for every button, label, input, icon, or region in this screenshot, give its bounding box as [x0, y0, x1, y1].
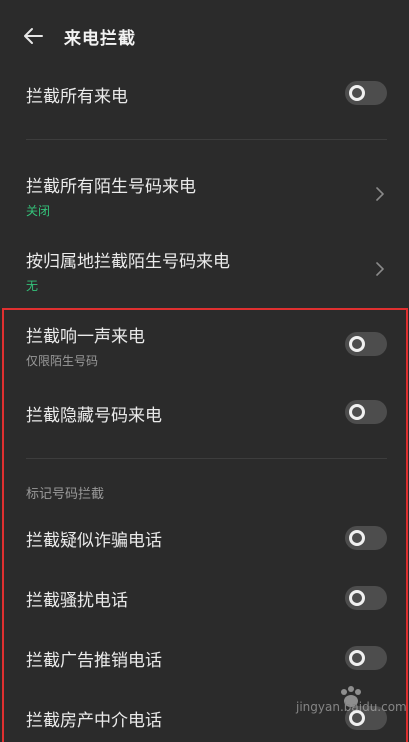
setting-block-by-location[interactable]: 按归属地拦截陌生号码来电 无 — [0, 237, 409, 295]
watermark-text: jingyan.baidu.com — [296, 700, 407, 714]
divider — [26, 139, 387, 140]
toggle-knob — [349, 590, 365, 606]
setting-block-harassment-calls[interactable]: 拦截骚扰电话 — [0, 574, 409, 622]
block-ad-toggle[interactable] — [345, 646, 387, 670]
setting-label: 拦截疑似诈骗电话 — [26, 531, 162, 551]
setting-description: 仅限陌生号码 — [26, 354, 99, 368]
header: 来电拦截 — [0, 14, 409, 58]
toggle-knob — [349, 85, 365, 101]
setting-label: 拦截骚扰电话 — [26, 591, 128, 611]
block-harassment-toggle[interactable] — [345, 586, 387, 610]
call-blocking-page: 来电拦截 拦截所有来电 拦截所有陌生号码来电 关闭 按归属地拦截陌生号码来电 无… — [0, 0, 409, 742]
toggle-knob — [349, 336, 365, 352]
toggle-knob — [349, 404, 365, 420]
block-hidden-toggle[interactable] — [345, 400, 387, 424]
chevron-right-icon — [376, 187, 384, 201]
setting-block-one-ring-calls[interactable]: 拦截响一声来电 仅限陌生号码 — [0, 312, 409, 372]
baidu-watermark: jingyan.baidu.com — [296, 686, 407, 732]
section-label-marked-numbers: 标记号码拦截 — [26, 487, 105, 502]
divider — [26, 458, 387, 459]
setting-label: 拦截所有陌生号码来电 — [26, 177, 196, 197]
setting-block-ad-calls[interactable]: 拦截广告推销电话 — [0, 634, 409, 682]
setting-label: 拦截房产中介电话 — [26, 711, 162, 731]
page-title: 来电拦截 — [64, 29, 136, 49]
setting-label: 拦截广告推销电话 — [26, 651, 162, 671]
setting-block-fraud-calls[interactable]: 拦截疑似诈骗电话 — [0, 514, 409, 562]
setting-block-all-calls[interactable]: 拦截所有来电 — [0, 72, 409, 120]
setting-status: 关闭 — [26, 204, 51, 218]
setting-label: 按归属地拦截陌生号码来电 — [26, 252, 230, 272]
setting-block-hidden-numbers[interactable]: 拦截隐藏号码来电 — [0, 388, 409, 436]
setting-status: 无 — [26, 279, 39, 293]
chevron-right-icon — [376, 262, 384, 276]
setting-label: 拦截响一声来电 — [26, 327, 145, 347]
setting-block-unknown-numbers[interactable]: 拦截所有陌生号码来电 关闭 — [0, 162, 409, 220]
back-arrow-icon[interactable] — [22, 26, 44, 46]
block-one-ring-toggle[interactable] — [345, 332, 387, 356]
toggle-knob — [349, 650, 365, 666]
block-fraud-toggle[interactable] — [345, 526, 387, 550]
block-all-toggle[interactable] — [345, 81, 387, 105]
setting-label: 拦截所有来电 — [26, 87, 128, 107]
toggle-knob — [349, 530, 365, 546]
setting-label: 拦截隐藏号码来电 — [26, 406, 162, 426]
